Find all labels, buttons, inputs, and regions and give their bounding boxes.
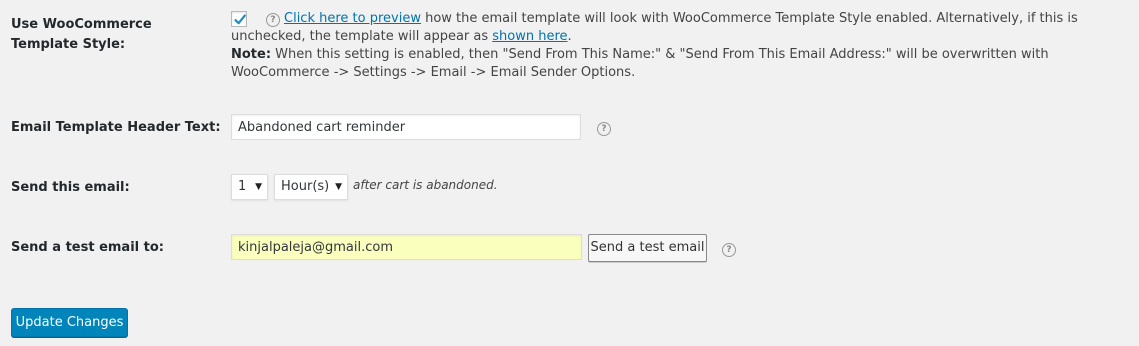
help-icon[interactable]: ?	[597, 122, 611, 136]
test-email-label: Send a test email to:	[11, 240, 164, 255]
desc-text-2: .	[567, 29, 572, 44]
preview-link[interactable]: Click here to preview	[284, 11, 421, 26]
delay-unit-value: Hour(s)	[281, 179, 330, 194]
shown-here-link[interactable]: shown here	[492, 29, 567, 44]
template-style-label: Use WooCommerce Template Style:	[11, 17, 152, 52]
note-label: Note:	[231, 47, 272, 62]
update-changes-button[interactable]: Update Changes	[11, 308, 128, 337]
delay-unit-select[interactable]: Hour(s) ▼	[274, 174, 348, 200]
test-email-input[interactable]	[231, 234, 582, 260]
send-test-email-button[interactable]: Send a test email	[588, 234, 707, 262]
dropdown-arrow-icon: ▼	[335, 182, 342, 192]
header-text-label: Email Template Header Text:	[11, 120, 221, 135]
after-abandoned-text: after cart is abandoned.	[353, 178, 498, 192]
template-style-description: Click here to preview how the email temp…	[231, 10, 1136, 82]
send-email-label: Send this email:	[11, 180, 130, 195]
help-icon[interactable]: ?	[722, 243, 736, 257]
dropdown-arrow-icon: ▼	[255, 182, 262, 192]
header-text-input[interactable]	[231, 114, 581, 140]
delay-number-value: 1	[238, 179, 247, 194]
delay-number-select[interactable]: 1 ▼	[231, 174, 268, 200]
note-text: When this setting is enabled, then "Send…	[231, 47, 1049, 80]
